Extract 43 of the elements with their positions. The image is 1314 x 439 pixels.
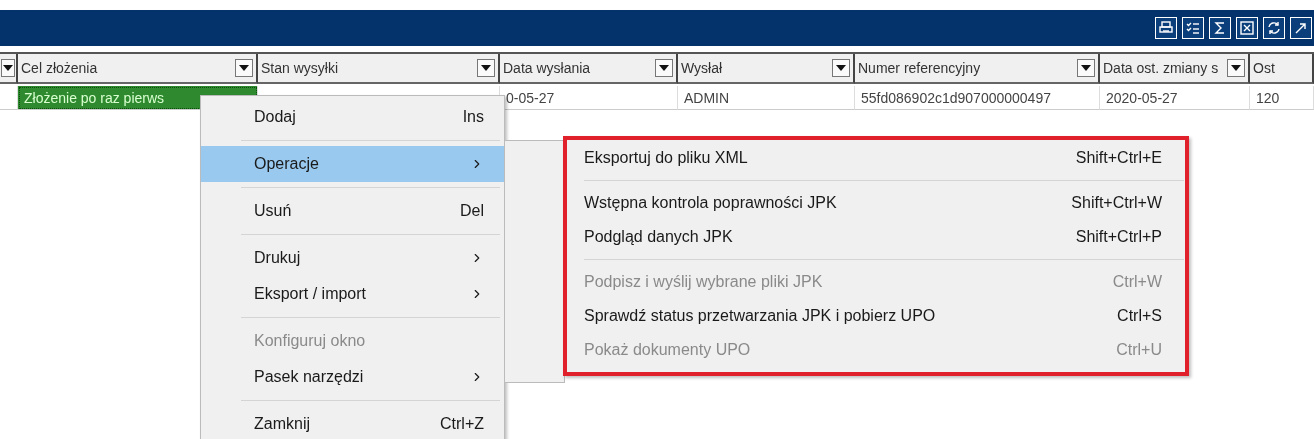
- column-header[interactable]: Stan wysyłki: [261, 60, 339, 76]
- menu-item[interactable]: Eksportuj do pliku XML Shift+Ctrl+E: [564, 141, 1188, 175]
- column-header[interactable]: Wysłał: [681, 60, 723, 76]
- table-cell: 55fd086902c1d907000000497: [855, 86, 1100, 110]
- menu-item[interactable]: Wstępna kontrola poprawności JPK Shift+Ctrl+W: [564, 186, 1188, 220]
- printer-icon: [1158, 20, 1174, 36]
- toolbar-button[interactable]: [1290, 17, 1312, 39]
- toolbar-button[interactable]: [1182, 17, 1204, 39]
- caret-icon: [481, 65, 491, 71]
- menu-item[interactable]: Eksport / import: [201, 276, 504, 312]
- filter-dropdown[interactable]: [477, 59, 495, 77]
- filter-dropdown[interactable]: [655, 59, 673, 77]
- filter-dropdown[interactable]: [1, 59, 15, 77]
- toolbar-button[interactable]: [1236, 17, 1258, 39]
- filter-dropdown[interactable]: [235, 59, 253, 77]
- table-cell: 2020-05-27: [1100, 86, 1250, 110]
- caret-icon: [659, 65, 669, 71]
- menu-item[interactable]: Sprawdź status przetwarzania JPK i pobierz UPO Ctrl+S: [564, 299, 1188, 333]
- refresh-icon: [1266, 20, 1282, 36]
- toolbar-button[interactable]: [1263, 17, 1285, 39]
- caret-icon: [239, 65, 249, 71]
- column-header[interactable]: Ost: [1253, 60, 1275, 76]
- caret-icon: [1231, 65, 1241, 71]
- filter-dropdown[interactable]: [1227, 59, 1245, 77]
- menu-item[interactable]: Pasek narzędzi: [201, 359, 504, 395]
- menu-item[interactable]: Zamknij Ctrl+Z: [201, 406, 504, 439]
- toolbar-button[interactable]: [1209, 17, 1231, 39]
- menu-item[interactable]: Drukuj: [201, 240, 504, 276]
- filter-dropdown[interactable]: [1077, 59, 1095, 77]
- arrow-icon: [1293, 20, 1309, 36]
- toolbar-button[interactable]: [1155, 17, 1177, 39]
- caret-icon: [3, 65, 13, 71]
- caret-icon: [1081, 65, 1091, 71]
- filter-dropdown[interactable]: [832, 59, 850, 77]
- cross-box-icon: [1239, 20, 1255, 36]
- column-header[interactable]: Cel złożenia: [21, 60, 98, 76]
- table-cell: ADMIN: [678, 86, 855, 110]
- menu-item[interactable]: Usuń Del: [201, 193, 504, 229]
- caret-icon: [836, 65, 846, 71]
- checklist-icon: [1185, 20, 1201, 36]
- table-cell: 120: [1250, 86, 1314, 110]
- menu-item[interactable]: Podgląd danych JPK Shift+Ctrl+P: [564, 220, 1188, 254]
- menu-item[interactable]: Operacje: [201, 146, 504, 182]
